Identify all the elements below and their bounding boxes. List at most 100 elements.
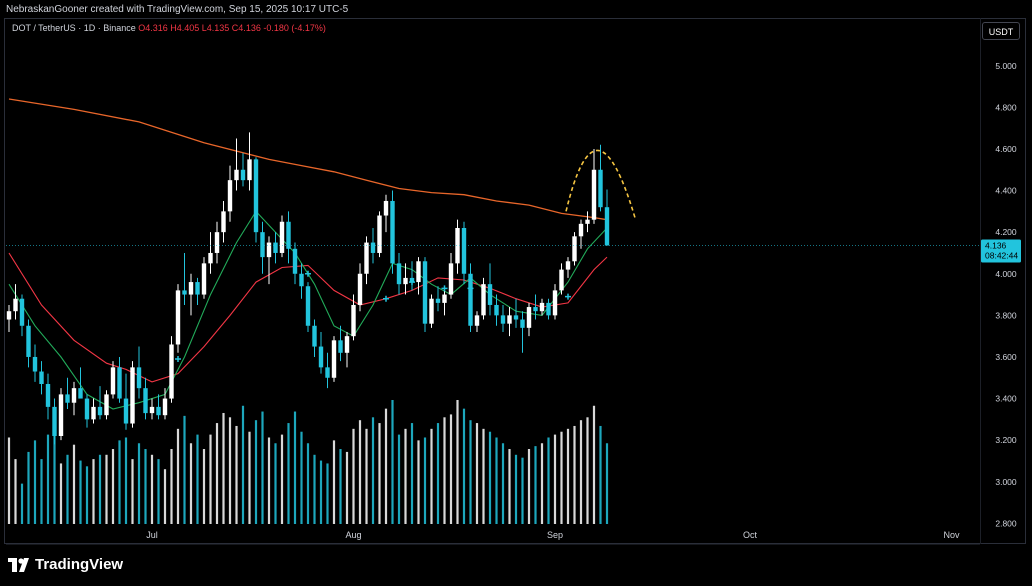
candle-body (312, 325, 317, 347)
y-tick-label: 3.000 (995, 477, 1017, 487)
volume-bar (85, 466, 89, 524)
candle-body (130, 367, 135, 424)
x-tick-label: Sep (547, 530, 563, 540)
candle-body (78, 388, 83, 399)
candle-body (234, 169, 239, 181)
y-tick-label: 3.400 (995, 394, 1017, 404)
candle-body (448, 263, 454, 295)
volume-bar (358, 420, 362, 524)
candle-body (58, 394, 64, 436)
volume-bar (254, 420, 258, 524)
candle-body (169, 344, 174, 399)
candle-body (279, 221, 285, 253)
x-tick-label: Jul (146, 530, 158, 540)
volume-bar (46, 434, 50, 524)
candlestick-chart[interactable]: 2.800 3.000 3.200 3.400 3.600 3.800 4.000 4.200… (0, 0, 1032, 586)
y-tick-label: 4.400 (995, 186, 1017, 196)
volume-bar (111, 449, 115, 524)
volume-bar (79, 460, 82, 524)
candle-body (39, 371, 44, 384)
volume-bar (131, 459, 134, 524)
y-tick-label: 4.800 (995, 102, 1017, 112)
candle-body (344, 336, 350, 353)
candle-body (390, 200, 395, 264)
candle-body (533, 307, 538, 312)
y-tick-label: 3.600 (995, 352, 1017, 362)
volume-bar (397, 434, 401, 524)
volume-bar (573, 425, 576, 524)
volume-bar (508, 449, 511, 524)
volume-bar (163, 469, 167, 524)
volume-bar (248, 431, 251, 524)
candles (6, 132, 610, 445)
volume-bar (222, 412, 225, 524)
volume-bar (553, 434, 557, 524)
candle-body (370, 242, 376, 253)
candle-body (546, 302, 551, 316)
volume-bar (72, 444, 76, 524)
candle-body (318, 346, 324, 368)
candle-body (52, 406, 57, 436)
candle-body (565, 261, 571, 270)
volume-bar (430, 428, 433, 524)
y-tick-label: 4.000 (995, 269, 1017, 279)
candle-body (227, 180, 233, 212)
volume-bar (157, 459, 160, 524)
signal-plus-icon (565, 293, 571, 300)
volume-bars (7, 400, 609, 524)
volume-bar (605, 443, 609, 524)
volume-bar (521, 457, 524, 524)
volume-bar (560, 431, 563, 524)
candle-body (461, 228, 467, 274)
annotations (6, 149, 980, 363)
volume-bar (261, 411, 264, 524)
footer-brand[interactable]: TradingView (8, 556, 123, 573)
volume-bar (371, 417, 375, 524)
candle-body (396, 263, 402, 285)
candle-body (292, 248, 298, 274)
volume-bar (274, 443, 277, 524)
candle-body (539, 302, 545, 312)
candle-body (45, 384, 51, 407)
y-tick-label: 5.000 (995, 61, 1017, 71)
volume-bar (488, 431, 492, 524)
candle-body (273, 242, 278, 253)
last-price-value: 4.136 (985, 240, 1007, 250)
volume-bar (547, 437, 550, 524)
candle-body (520, 319, 525, 328)
candle-body (65, 394, 70, 403)
volume-bar (280, 434, 284, 524)
candle-body (383, 200, 389, 216)
volume-bar (495, 437, 498, 524)
candle-body (299, 273, 304, 287)
candle-body (253, 159, 259, 233)
y-tick-label: 3.800 (995, 310, 1017, 320)
volume-bar (423, 437, 427, 524)
footer-brand-label: TradingView (35, 556, 124, 573)
candle-body (572, 236, 577, 262)
volume-bar (267, 437, 271, 524)
candle-body (416, 261, 421, 283)
candle-body (500, 315, 506, 324)
candle-body (578, 223, 584, 237)
volume-bar (462, 408, 466, 524)
candle-body (351, 304, 356, 337)
candle-body (162, 398, 168, 416)
volume-bar (176, 428, 180, 524)
candle-body (591, 169, 597, 220)
candle-body (221, 211, 226, 233)
volume-bar (384, 408, 388, 524)
volume-bar (150, 454, 154, 524)
signal-plus-icon (305, 270, 311, 277)
volume-bar (365, 428, 368, 524)
candle-body (403, 277, 408, 285)
volume-bar (144, 449, 147, 524)
candle-body (494, 304, 499, 316)
volume-bar (417, 440, 420, 524)
candle-body (364, 242, 369, 274)
volume-bar (345, 451, 349, 524)
volume-bar (202, 449, 206, 524)
candle-body (513, 315, 519, 320)
candle-body (84, 398, 90, 420)
volume-bar (586, 417, 589, 524)
